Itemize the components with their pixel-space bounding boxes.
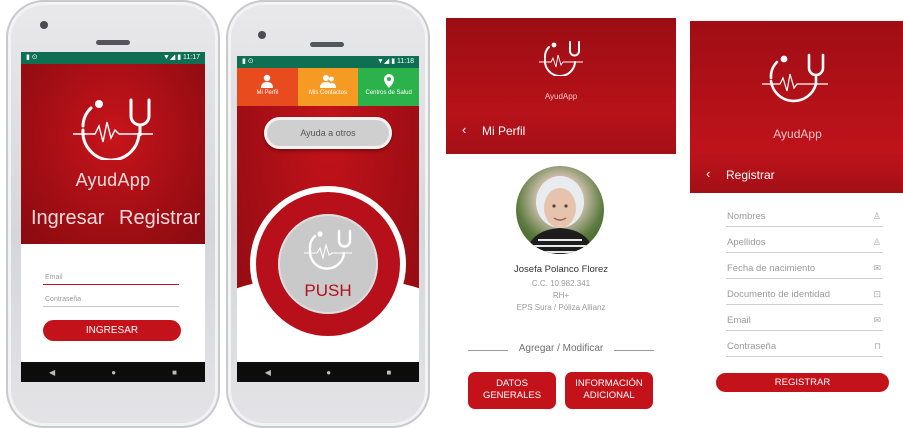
additional-info-button[interactable]: INFORMACIÓN ADICIONAL	[565, 372, 653, 409]
profile-name: Josefa Polanco Florez	[514, 264, 608, 275]
login-header: AyudApp Ingresar Registrar	[21, 64, 205, 256]
avatar	[516, 166, 604, 254]
notification-icons: ▮ ⊙	[242, 58, 254, 65]
last-name-label: Apellidos	[727, 237, 766, 248]
login-button[interactable]: INGRESAR	[43, 320, 181, 341]
id-document-label: Documento de identidad	[727, 289, 830, 300]
tab-contacts-label: Mis Contactos	[309, 90, 348, 96]
push-label: PUSH	[304, 281, 352, 300]
nav-home-icon[interactable]: ●	[111, 368, 116, 377]
email-label: Email	[727, 315, 751, 326]
front-camera	[40, 21, 48, 29]
status-bar: ▮ ⊙ ▼◢ ▮ 11:17	[21, 52, 205, 64]
page-title: Registrar	[726, 168, 775, 182]
nav-recents-icon[interactable]: ■	[386, 368, 391, 377]
user-icon: ♙	[872, 237, 881, 247]
profile-blood-type: RH+	[552, 291, 570, 300]
profile-id: C.C. 10.982.341	[531, 279, 591, 288]
birth-date-field[interactable]: Fecha de nacimiento ✉	[726, 259, 883, 279]
status-time: 11:17	[183, 54, 200, 61]
phone-frame-home: ▮ ⊙ ▼◢ ▮ 11:18 Mi Perfil Mis Contactos C…	[226, 0, 430, 428]
app-name: AyudApp	[75, 170, 151, 190]
contacts-icon	[320, 75, 336, 88]
app-name: AyudApp	[544, 92, 578, 101]
app-name: AyudApp	[773, 127, 822, 141]
page-title: Mi Perfil	[482, 124, 526, 138]
general-data-button-line1: DATOS	[496, 378, 528, 389]
additional-info-button-line2: ADICIONAL	[583, 390, 635, 401]
back-chevron-icon[interactable]: ‹	[706, 166, 710, 181]
tab-profile-label: Mi Perfil	[256, 90, 279, 96]
user-icon	[261, 74, 274, 88]
push-button[interactable]: PUSH	[278, 214, 378, 314]
nav-recents-icon[interactable]: ■	[172, 368, 177, 377]
front-camera	[258, 31, 266, 39]
back-chevron-icon[interactable]: ‹	[462, 122, 466, 137]
profile-insurance: EPS Sura / Póliza Allianz	[516, 303, 606, 312]
birth-date-label: Fecha de nacimiento	[727, 263, 816, 274]
stethoscope-logo-icon	[762, 53, 828, 103]
nav-home-icon[interactable]: ●	[326, 368, 331, 377]
home-screen: ▮ ⊙ ▼◢ ▮ 11:18 Mi Perfil Mis Contactos C…	[237, 56, 419, 382]
first-name-label: Nombres	[727, 211, 766, 222]
general-data-button[interactable]: DATOS GENERALES	[468, 372, 556, 409]
earpiece-speaker	[310, 42, 344, 47]
status-time: 11:18	[397, 58, 414, 65]
last-name-field[interactable]: Apellidos ♙	[726, 233, 883, 253]
general-data-button-line2: GENERALES	[482, 390, 542, 401]
tab-health-centers[interactable]: Centros de Salud	[358, 68, 419, 106]
profile-header: AyudApp ‹ Mi Perfil	[446, 18, 676, 154]
stethoscope-logo-icon	[304, 229, 352, 270]
tab-health-centers-label: Centros de Salud	[365, 90, 412, 96]
tab-profile[interactable]: Mi Perfil	[237, 68, 298, 106]
profile-photo	[526, 176, 594, 254]
stethoscope-logo-icon	[539, 41, 583, 76]
status-bar: ▮ ⊙ ▼◢ ▮ 11:18	[237, 56, 419, 68]
lock-icon: ⊓	[873, 341, 881, 351]
active-tab-indicator	[61, 248, 77, 256]
register-header: AyudApp ‹ Registrar	[690, 21, 903, 193]
android-nav-bar: ◀ ● ■	[21, 362, 205, 382]
home-main-area: Ayuda a otros PUSH	[237, 106, 419, 382]
tab-login[interactable]: Ingresar	[31, 207, 104, 230]
tab-register[interactable]: Registrar	[119, 207, 200, 230]
register-button[interactable]: REGISTRAR	[716, 373, 889, 392]
user-icon: ♙	[872, 211, 881, 221]
earpiece-speaker	[96, 40, 130, 45]
nav-back-icon[interactable]: ◀	[49, 368, 55, 377]
password-label: Contraseña	[727, 341, 777, 352]
password-label: Contraseña	[45, 296, 82, 303]
location-pin-icon	[383, 74, 394, 88]
divider-right	[614, 350, 654, 351]
additional-info-button-line1: INFORMACIÓN	[575, 378, 643, 389]
calendar-icon: ✉	[873, 263, 881, 273]
mail-icon: ✉	[873, 315, 881, 325]
email-field[interactable]: Email ✉	[726, 311, 883, 331]
notification-icons: ▮ ⊙	[26, 54, 38, 61]
id-card-icon: ⊡	[873, 289, 881, 299]
stethoscope-logo-icon	[73, 98, 153, 160]
phone-frame-login: ▮ ⊙ ▼◢ ▮ 11:17 AyudApp Ingresar Registra…	[6, 0, 220, 428]
top-tab-bar: Mi Perfil Mis Contactos Centros de Salud	[237, 68, 419, 106]
help-others-button[interactable]: Ayuda a otros	[264, 117, 392, 149]
section-label: Agregar / Modificar	[518, 343, 604, 354]
first-name-field[interactable]: Nombres ♙	[726, 207, 883, 227]
tab-contacts[interactable]: Mis Contactos	[297, 68, 359, 106]
password-field[interactable]	[43, 306, 179, 307]
email-field[interactable]	[43, 284, 179, 285]
email-label: Email	[45, 274, 63, 281]
login-screen: ▮ ⊙ ▼◢ ▮ 11:17 AyudApp Ingresar Registra…	[21, 52, 205, 382]
nav-back-icon[interactable]: ◀	[265, 368, 271, 377]
android-nav-bar: ◀ ● ■	[237, 362, 419, 382]
push-button-ring: PUSH	[250, 186, 406, 342]
password-field[interactable]: Contraseña ⊓	[726, 337, 883, 357]
id-document-field[interactable]: Documento de identidad ⊡	[726, 285, 883, 305]
